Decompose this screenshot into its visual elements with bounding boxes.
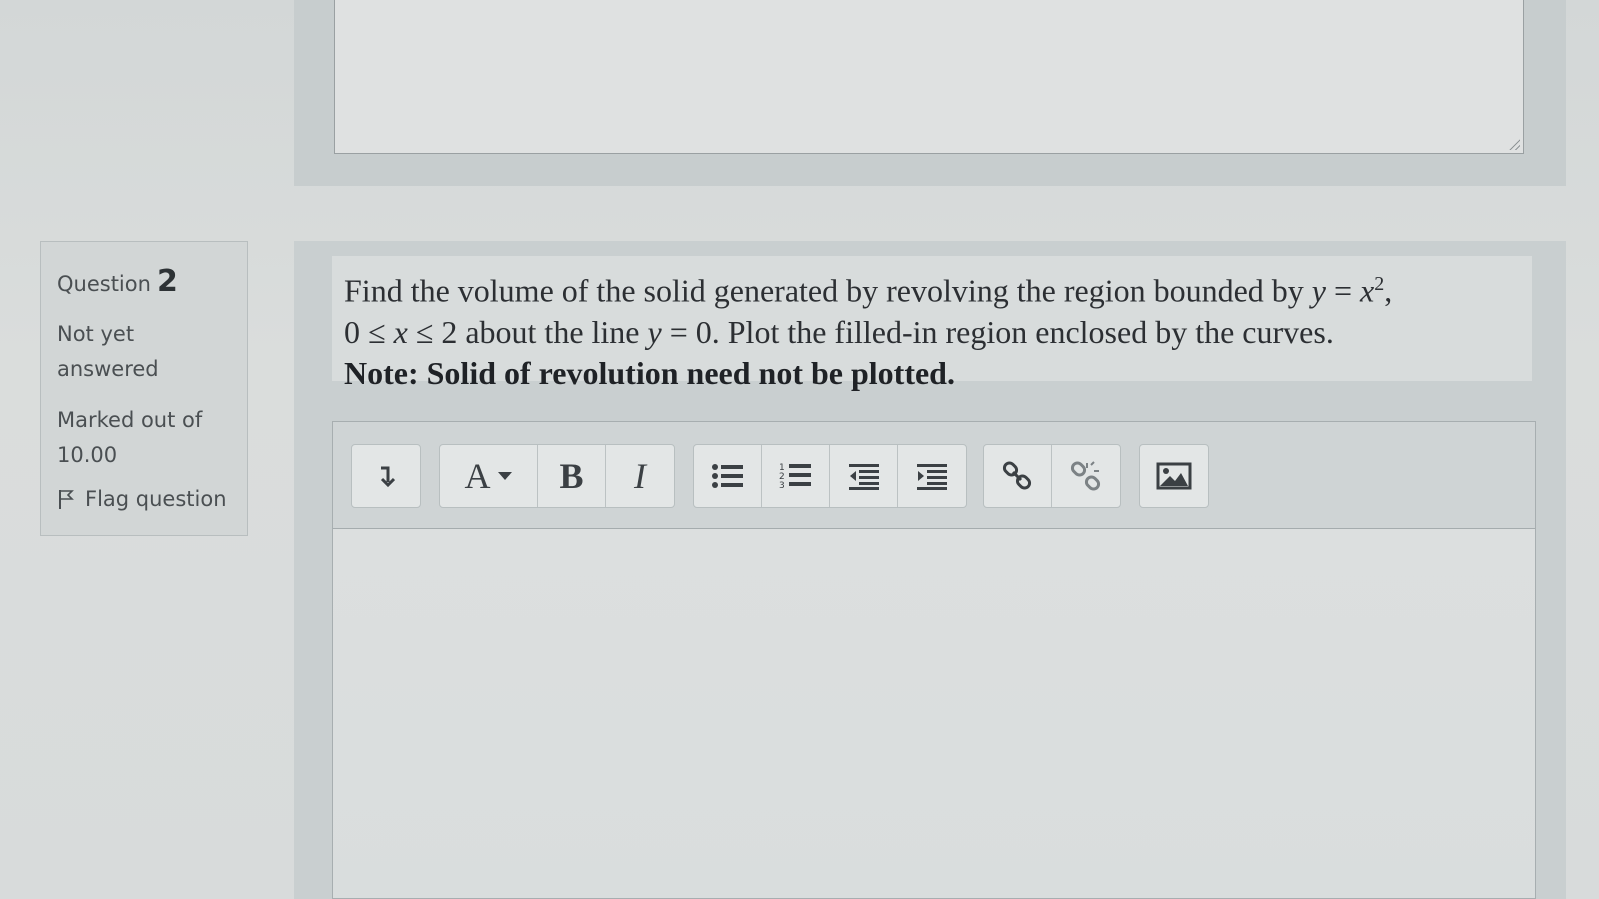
indent-button[interactable] [898, 445, 966, 507]
dropdown-caret-icon [497, 472, 512, 480]
indent-icon [917, 464, 947, 490]
ordered-list-button[interactable]: 1 2 3 [762, 445, 830, 507]
resize-grip-icon[interactable] [1508, 138, 1520, 150]
outdent-button[interactable] [830, 445, 898, 507]
toolbar-group-style: A B I [439, 444, 675, 508]
show-more-buttons-button[interactable] [352, 445, 420, 507]
toolbar-group-links [983, 444, 1121, 508]
toolbar-group-lists: 1 2 3 [693, 444, 967, 508]
question-line-1: Find the volume of the solid generated b… [344, 272, 1393, 309]
unordered-list-button[interactable] [694, 445, 762, 507]
insert-image-button[interactable] [1140, 445, 1208, 507]
paragraph-styles-button[interactable]: A [440, 445, 538, 507]
flag-icon [59, 490, 74, 509]
editor-toolbar: A B I 1 2 3 [333, 422, 1535, 529]
flag-question-label: Flag question [85, 487, 227, 511]
question-text: Find the volume of the solid generated b… [332, 256, 1532, 391]
link-button[interactable] [984, 445, 1052, 507]
previous-question-panel [294, 0, 1566, 186]
answer-editor: A B I 1 2 3 [332, 421, 1536, 899]
toolbar-group-collapse [351, 444, 421, 508]
question-grade: Marked out of 10.00 [57, 408, 203, 467]
outdent-icon [848, 464, 879, 490]
question-number: Question 2 [57, 264, 231, 299]
unlink-icon [1070, 461, 1101, 491]
image-icon [1156, 462, 1192, 490]
question-info-box: Question 2 Not yet answered Marked out of… [40, 241, 248, 536]
toolbar-group-media [1139, 444, 1209, 508]
question-note: Note: Solid of revolution need not be pl… [344, 354, 955, 391]
bullet-list-icon [711, 464, 743, 488]
bold-button[interactable]: B [538, 445, 606, 507]
italic-button[interactable]: I [606, 445, 674, 507]
previous-answer-textarea[interactable] [334, 0, 1524, 154]
question-number-value: 2 [156, 264, 178, 299]
link-icon [1002, 461, 1031, 490]
flag-question-link[interactable]: Flag question [57, 487, 231, 511]
svg-text:3: 3 [779, 481, 785, 491]
question-content-panel: Find the volume of the solid generated b… [294, 241, 1566, 899]
question-label: Question [57, 272, 151, 296]
unlink-button[interactable] [1052, 445, 1120, 507]
question-state: Not yet answered [57, 322, 159, 381]
question-line-2: 0 ≤ x ≤ 2 about the line y = 0. Plot the… [344, 313, 1334, 350]
quiz-page: Question 2 Not yet answered Marked out of… [0, 0, 1599, 899]
numbered-list-icon: 1 2 3 [779, 463, 811, 491]
expand-toolbar-icon [380, 466, 395, 488]
answer-text-area[interactable] [333, 529, 1535, 898]
